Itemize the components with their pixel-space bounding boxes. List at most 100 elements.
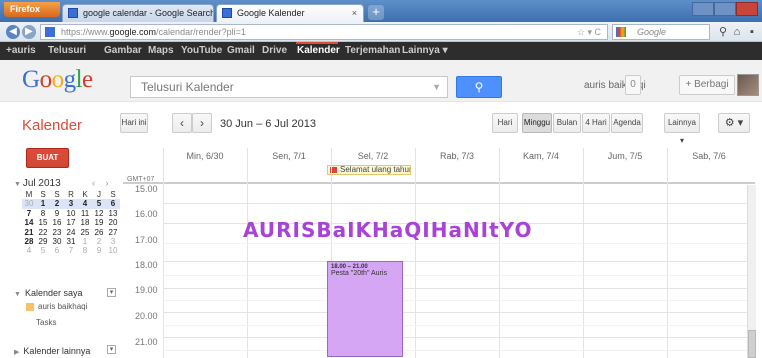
mini-day[interactable]: 8 (36, 209, 50, 218)
mini-day[interactable]: 1 (78, 237, 92, 246)
calendar-search-input[interactable]: Telusuri Kalender ▼ (130, 76, 448, 98)
mini-day[interactable]: 11 (78, 209, 92, 218)
back-arrow-icon[interactable]: ◀ (6, 25, 20, 39)
my-calendars-section[interactable]: ▼ Kalender saya (14, 288, 82, 298)
mini-day[interactable]: 26 (92, 228, 106, 237)
next-week-button[interactable]: › (192, 113, 212, 133)
mini-day[interactable]: 8 (78, 246, 92, 255)
settings-gear-button[interactable]: ⚙ ▾ (718, 113, 750, 133)
mini-day[interactable]: 14 (22, 218, 36, 227)
mini-day[interactable]: 4 (78, 199, 92, 209)
search-button[interactable]: ⚲ (456, 76, 502, 98)
mini-day[interactable]: 9 (50, 209, 64, 218)
close-tab-icon[interactable]: × (352, 5, 357, 21)
mini-day[interactable]: 6 (106, 199, 120, 209)
all-day-event[interactable]: Selamat ulang tahun (327, 165, 411, 175)
mini-day[interactable]: 7 (22, 209, 36, 218)
day-header[interactable]: Kam, 7/4 (499, 151, 583, 161)
minimize-button[interactable] (692, 2, 714, 16)
mini-day[interactable]: 19 (92, 218, 106, 227)
browser-tab[interactable]: google calendar - Google Search (62, 4, 214, 22)
view-week-button[interactable]: Minggu (522, 113, 552, 133)
mini-day[interactable]: 21 (22, 228, 36, 237)
mini-day[interactable]: 17 (64, 218, 78, 227)
search-icon[interactable]: ⚲ (716, 25, 730, 39)
create-event-button[interactable]: BUAT (26, 148, 69, 168)
day-header[interactable]: Sab, 7/6 (667, 151, 751, 161)
more-menu-button[interactable]: Lainnya ▾ (664, 113, 700, 145)
gbar-item-translate[interactable]: Terjemahan (345, 42, 400, 60)
mini-day[interactable]: 12 (92, 209, 106, 218)
mini-day[interactable]: 24 (64, 228, 78, 237)
gbar-item-maps[interactable]: Maps (148, 42, 174, 60)
mini-calendar-nav-arrows[interactable]: ‹ › (92, 178, 113, 188)
day-header[interactable]: Min, 6/30 (163, 151, 247, 161)
mini-day[interactable]: 30 (22, 199, 36, 209)
other-calendars-menu-icon[interactable]: ▾ (107, 345, 116, 354)
view-agenda-button[interactable]: Agenda (611, 113, 643, 133)
notification-count[interactable]: 0 (625, 75, 641, 95)
mini-day[interactable]: 22 (36, 228, 50, 237)
my-calendars-menu-icon[interactable]: ▾ (107, 288, 116, 297)
gbar-item-more[interactable]: Lainnya ▾ (402, 42, 448, 60)
mini-calendar-month[interactable]: ▼ Jul 2013 (14, 178, 61, 189)
mini-day[interactable]: 3 (106, 237, 120, 246)
address-bar[interactable]: https://www.google.com/calendar/render?p… (40, 24, 608, 40)
view-day-button[interactable]: Hari (492, 113, 518, 133)
mini-day[interactable]: 6 (50, 246, 64, 255)
calendar-color-swatch[interactable] (26, 303, 34, 311)
day-header[interactable]: Jum, 7/5 (583, 151, 667, 161)
mini-day[interactable]: 2 (50, 199, 64, 209)
mini-day[interactable]: 29 (36, 237, 50, 246)
new-tab-button[interactable]: + (368, 5, 384, 20)
maximize-button[interactable] (714, 2, 736, 16)
close-window-button[interactable] (736, 2, 758, 16)
firefox-menu-button[interactable]: Firefox (4, 2, 60, 17)
day-header[interactable]: Sel, 7/2 (331, 151, 415, 161)
calendar-item-tasks[interactable]: Tasks (36, 318, 56, 327)
mini-day[interactable]: 20 (106, 218, 120, 227)
view-4day-button[interactable]: 4 Hari (582, 113, 610, 133)
mini-day[interactable]: 13 (106, 209, 120, 218)
bookmark-star-icon[interactable]: ☆ ▾ C (577, 25, 601, 39)
home-icon[interactable]: ⌂ (730, 25, 744, 39)
search-options-chevron-down-icon[interactable]: ▼ (432, 77, 441, 97)
mini-day[interactable]: 4 (22, 246, 36, 255)
all-day-row[interactable] (123, 162, 755, 184)
forward-arrow-icon[interactable]: ▶ (22, 25, 36, 39)
mini-day[interactable]: 5 (92, 199, 106, 209)
prev-week-button[interactable]: ‹ (172, 113, 192, 133)
gbar-item-images[interactable]: Gambar (104, 42, 142, 60)
day-header[interactable]: Rab, 7/3 (415, 151, 499, 161)
calendar-item-auris[interactable]: auris baikhaqi (38, 302, 87, 311)
mini-day[interactable]: 7 (64, 246, 78, 255)
mini-day[interactable]: 28 (22, 237, 36, 246)
grid-scrollbar-thumb[interactable] (748, 330, 756, 358)
gbar-item-plus[interactable]: +auris (6, 42, 36, 60)
mini-day[interactable]: 18 (78, 218, 92, 227)
mini-day[interactable]: 23 (50, 228, 64, 237)
browser-tab-active[interactable]: Google Kalender × (216, 4, 364, 22)
gbar-item-gmail[interactable]: Gmail (227, 42, 255, 60)
other-calendars-section[interactable]: ▶ Kalender lainnya (14, 346, 90, 356)
mini-day[interactable]: 27 (106, 228, 120, 237)
mini-day[interactable]: 25 (78, 228, 92, 237)
browser-search-box[interactable]: Google (612, 24, 710, 40)
mini-day[interactable]: 15 (36, 218, 50, 227)
view-month-button[interactable]: Bulan (553, 113, 581, 133)
mini-day[interactable]: 30 (50, 237, 64, 246)
mini-day[interactable]: 9 (92, 246, 106, 255)
gbar-item-calendar[interactable]: Kalender (297, 42, 340, 60)
avatar[interactable] (737, 74, 759, 96)
day-header[interactable]: Sen, 7/1 (247, 151, 331, 161)
today-button[interactable]: Hari ini (120, 113, 148, 133)
calendar-event[interactable]: 18.00 – 21.00 Pesta "20th" Auris (327, 261, 403, 357)
mini-day[interactable]: 16 (50, 218, 64, 227)
mini-day[interactable]: 3 (64, 199, 78, 209)
gbar-item-drive[interactable]: Drive (262, 42, 287, 60)
mini-day[interactable]: 31 (64, 237, 78, 246)
addon-icon[interactable]: ▪ (745, 25, 759, 39)
share-button[interactable]: + Berbagi (679, 75, 735, 95)
mini-day[interactable]: 2 (92, 237, 106, 246)
google-logo[interactable]: Google (22, 66, 93, 94)
